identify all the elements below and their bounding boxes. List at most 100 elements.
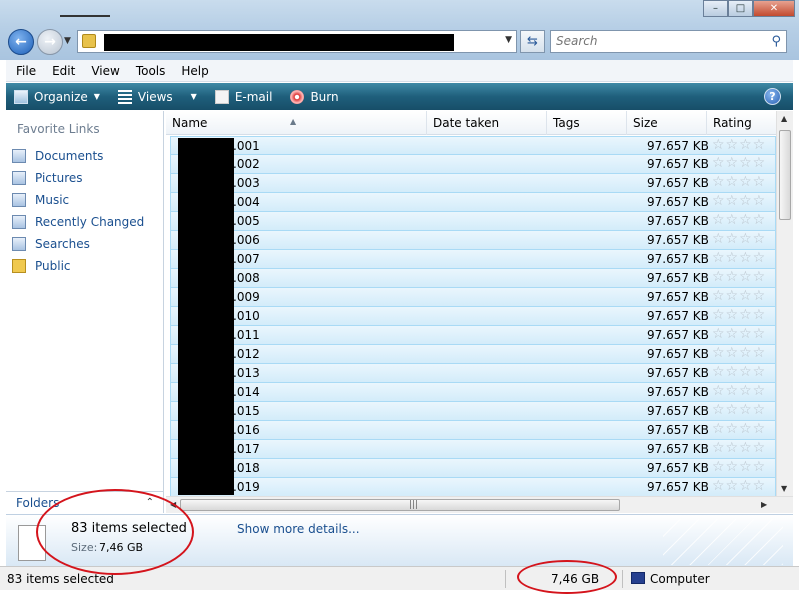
table-row[interactable]: .004 97.657 KB ☆☆☆☆: [170, 193, 776, 212]
folders-toggle[interactable]: Folders ⌃: [6, 491, 164, 513]
rating-stars-icon[interactable]: ☆☆☆☆: [712, 364, 766, 380]
column-size-label: Size: [633, 116, 658, 130]
table-row[interactable]: .015 97.657 KB ☆☆☆☆: [170, 402, 776, 421]
table-row[interactable]: .007 97.657 KB ☆☆☆☆: [170, 250, 776, 269]
rating-stars-icon[interactable]: ☆☆☆☆: [712, 231, 766, 247]
column-name[interactable]: Name ▲: [166, 111, 427, 135]
burn-button[interactable]: Burn: [290, 89, 339, 104]
column-rating[interactable]: Rating: [707, 111, 776, 135]
file-name: .001: [233, 139, 260, 153]
file-name-redacted: [178, 138, 234, 495]
rating-stars-icon[interactable]: ☆☆☆☆: [712, 250, 766, 266]
minimize-button[interactable]: –: [703, 0, 728, 17]
column-size[interactable]: Size: [627, 111, 707, 135]
file-name: .017: [233, 442, 260, 456]
file-stack-icon: [18, 525, 46, 561]
vertical-scroll-thumb[interactable]: [779, 130, 791, 220]
table-row[interactable]: .016 97.657 KB ☆☆☆☆: [170, 421, 776, 440]
table-row[interactable]: .006 97.657 KB ☆☆☆☆: [170, 231, 776, 250]
help-icon[interactable]: ?: [764, 88, 781, 105]
file-size: 97.657 KB: [647, 195, 709, 209]
rating-stars-icon[interactable]: ☆☆☆☆: [712, 326, 766, 342]
status-bar: 83 items selected 7,46 GB Computer: [0, 566, 799, 590]
menu-help[interactable]: Help: [181, 64, 208, 78]
organize-icon: [14, 89, 28, 104]
table-row[interactable]: .019 97.657 KB ☆☆☆☆: [170, 478, 776, 497]
table-row[interactable]: .012 97.657 KB ☆☆☆☆: [170, 345, 776, 364]
menu-view[interactable]: View: [91, 64, 119, 78]
table-row[interactable]: .005 97.657 KB ☆☆☆☆: [170, 212, 776, 231]
table-row[interactable]: .009 97.657 KB ☆☆☆☆: [170, 288, 776, 307]
rating-stars-icon[interactable]: ☆☆☆☆: [712, 137, 766, 153]
table-row[interactable]: .008 97.657 KB ☆☆☆☆: [170, 269, 776, 288]
scroll-up-icon[interactable]: ▲: [781, 114, 787, 123]
nav-item-public[interactable]: Public: [12, 255, 144, 277]
table-row[interactable]: .013 97.657 KB ☆☆☆☆: [170, 364, 776, 383]
file-size: 97.657 KB: [647, 480, 709, 494]
horizontal-scroll-thumb[interactable]: |||: [180, 499, 620, 511]
rating-stars-icon[interactable]: ☆☆☆☆: [712, 383, 766, 399]
organize-button[interactable]: Organize ▼: [14, 89, 100, 104]
chevron-down-icon[interactable]: ▼: [505, 35, 512, 45]
back-button[interactable]: ←: [8, 29, 34, 55]
table-row[interactable]: .018 97.657 KB ☆☆☆☆: [170, 459, 776, 478]
file-name: .011: [233, 328, 260, 342]
rating-stars-icon[interactable]: ☆☆☆☆: [712, 459, 766, 475]
disc-icon: [290, 89, 305, 104]
scroll-right-icon[interactable]: ▶: [761, 500, 767, 509]
column-date-taken[interactable]: Date taken: [427, 111, 547, 135]
rating-stars-icon[interactable]: ☆☆☆☆: [712, 402, 766, 418]
nav-item-recently-changed[interactable]: Recently Changed: [12, 211, 144, 233]
refresh-button[interactable]: ⇆: [520, 30, 545, 53]
file-size: 97.657 KB: [647, 271, 709, 285]
nav-item-pictures[interactable]: Pictures: [12, 167, 144, 189]
address-path-redacted: [104, 34, 454, 51]
table-row[interactable]: .011 97.657 KB ☆☆☆☆: [170, 326, 776, 345]
rating-stars-icon[interactable]: ☆☆☆☆: [712, 421, 766, 437]
email-button[interactable]: E-mail: [214, 89, 273, 104]
search-icon[interactable]: ⚲: [771, 34, 781, 49]
rating-stars-icon[interactable]: ☆☆☆☆: [712, 212, 766, 228]
rating-stars-icon[interactable]: ☆☆☆☆: [712, 288, 766, 304]
file-name: .008: [233, 271, 260, 285]
table-row[interactable]: .017 97.657 KB ☆☆☆☆: [170, 440, 776, 459]
views-button[interactable]: Views ▼: [117, 89, 197, 104]
maximize-button[interactable]: □: [728, 0, 753, 17]
rating-stars-icon[interactable]: ☆☆☆☆: [712, 269, 766, 285]
address-bar[interactable]: ▼: [77, 30, 517, 53]
rating-stars-icon[interactable]: ☆☆☆☆: [712, 155, 766, 171]
search-input[interactable]: [556, 34, 756, 48]
vertical-scrollbar[interactable]: ▲ ▼: [776, 111, 793, 496]
recent-pages-dropdown[interactable]: ▼: [64, 36, 71, 46]
table-row[interactable]: .014 97.657 KB ☆☆☆☆: [170, 383, 776, 402]
pictures-icon: [12, 171, 26, 185]
nav-item-label: Music: [35, 193, 70, 207]
table-row[interactable]: .003 97.657 KB ☆☆☆☆: [170, 174, 776, 193]
scroll-left-icon[interactable]: ◀: [170, 500, 176, 509]
rating-stars-icon[interactable]: ☆☆☆☆: [712, 345, 766, 361]
menu-edit[interactable]: Edit: [52, 64, 75, 78]
rating-stars-icon[interactable]: ☆☆☆☆: [712, 174, 766, 190]
file-name: .002: [233, 157, 260, 171]
table-row[interactable]: .002 97.657 KB ☆☆☆☆: [170, 155, 776, 174]
table-row[interactable]: .001 97.657 KB ☆☆☆☆: [170, 136, 776, 155]
forward-button[interactable]: →: [37, 29, 63, 55]
menu-tools[interactable]: Tools: [136, 64, 166, 78]
nav-item-documents[interactable]: Documents: [12, 145, 144, 167]
column-tags[interactable]: Tags: [547, 111, 627, 135]
close-button[interactable]: ✕: [753, 0, 795, 17]
horizontal-scrollbar[interactable]: ◀ ||| ▶: [166, 496, 793, 513]
status-separator: [622, 570, 623, 588]
email-label: E-mail: [234, 89, 273, 104]
rating-stars-icon[interactable]: ☆☆☆☆: [712, 478, 766, 494]
rating-stars-icon[interactable]: ☆☆☆☆: [712, 193, 766, 209]
search-box[interactable]: ⚲: [550, 30, 787, 53]
menu-file[interactable]: File: [16, 64, 36, 78]
rating-stars-icon[interactable]: ☆☆☆☆: [712, 307, 766, 323]
scroll-down-icon[interactable]: ▼: [781, 484, 787, 493]
rating-stars-icon[interactable]: ☆☆☆☆: [712, 440, 766, 456]
table-row[interactable]: .010 97.657 KB ☆☆☆☆: [170, 307, 776, 326]
show-more-details-link[interactable]: Show more details...: [237, 522, 360, 536]
nav-item-searches[interactable]: Searches: [12, 233, 144, 255]
nav-item-music[interactable]: Music: [12, 189, 144, 211]
